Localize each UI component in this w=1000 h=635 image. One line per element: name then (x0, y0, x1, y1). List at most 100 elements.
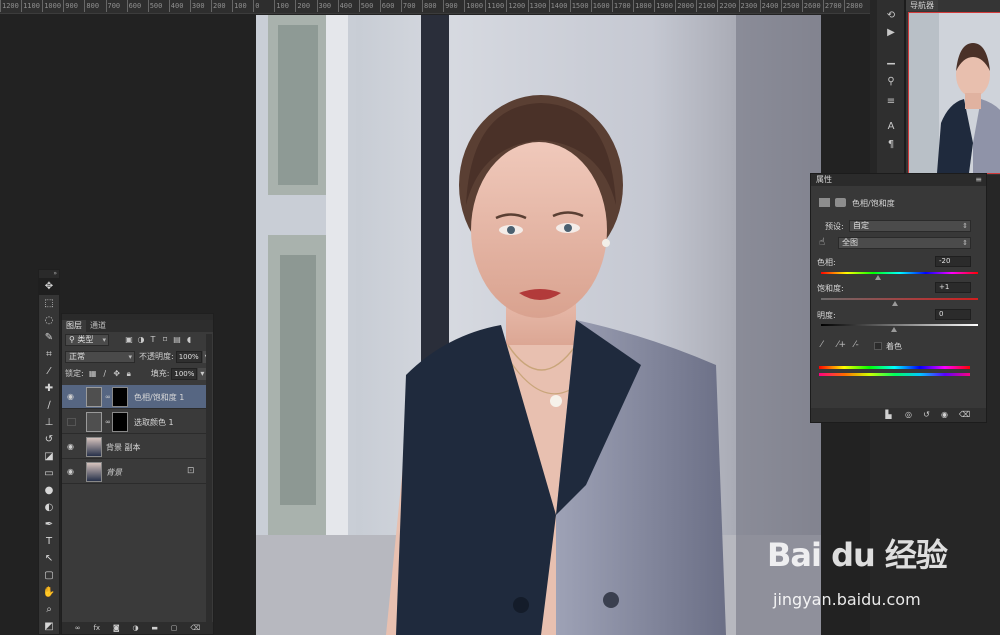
filter-adjustment-icon[interactable]: ◑ (135, 334, 147, 346)
move-tool-icon[interactable]: ✥ (39, 278, 59, 295)
saturation-slider-knob[interactable] (892, 301, 898, 306)
visibility-eye-icon[interactable]: ◉ (939, 410, 950, 420)
filter-pixel-icon[interactable]: ▣ (123, 334, 135, 346)
layer-filter-select[interactable]: ⚲ 类型 (65, 334, 109, 346)
clip-to-layer-icon[interactable]: ▙ (883, 410, 894, 420)
chain-link-icon[interactable]: ∞ (105, 418, 111, 426)
saturation-field[interactable]: +1 (935, 282, 971, 293)
saturation-slider-track[interactable] (821, 298, 978, 300)
link-layers-icon[interactable]: ∞ (75, 624, 81, 632)
tool-presets-icon[interactable]: ≡ (883, 94, 899, 110)
targeted-adjustment-hand-icon[interactable]: ☝ (819, 237, 825, 248)
path-selection-tool-icon[interactable]: ↖ (39, 550, 59, 567)
mask-icon[interactable] (835, 198, 846, 207)
delete-layer-icon[interactable]: ⌫ (190, 624, 200, 632)
opacity-field[interactable]: 100% (175, 350, 202, 363)
crop-tool-icon[interactable]: ⌗ (39, 346, 59, 363)
layer-mask-thumbnail[interactable] (112, 412, 128, 432)
eyedropper-icon[interactable]: ⁄ (821, 340, 823, 350)
zoom-tool-icon[interactable]: ⌕ (39, 601, 59, 618)
add-mask-icon[interactable]: ◙ (113, 624, 120, 632)
filter-shape-icon[interactable]: ⌑ (159, 334, 171, 346)
tools-panel-grip[interactable]: » (39, 270, 59, 278)
tab-layers[interactable]: 图层 (62, 320, 86, 332)
tab-channels[interactable]: 通道 (86, 320, 110, 332)
layer-name[interactable]: 背景 副本 (106, 442, 141, 453)
pen-tool-icon[interactable]: ✒ (39, 516, 59, 533)
chain-link-icon[interactable]: ∞ (105, 393, 111, 401)
new-adjustment-icon[interactable]: ◑ (132, 624, 138, 632)
fill-field[interactable]: 100% (171, 367, 198, 380)
dodge-tool-icon[interactable]: ◐ (39, 499, 59, 516)
layer-selective-color[interactable]: ∞ 选取颜色 1 (62, 410, 206, 434)
history-brush-tool-icon[interactable]: ↺ (39, 431, 59, 448)
navigator-tab[interactable]: 导航器 (906, 0, 938, 11)
clone-stamp-tool-icon[interactable]: ⊥ (39, 414, 59, 431)
blend-mode-select[interactable]: 正常 (65, 350, 135, 363)
layer-mask-thumbnail[interactable] (112, 387, 128, 407)
delete-adjustment-icon[interactable]: ⌫ (959, 410, 970, 420)
navigator-thumbnail[interactable] (908, 12, 1000, 174)
blur-tool-icon[interactable]: ● (39, 482, 59, 499)
histogram-icon[interactable]: ▁ (883, 52, 899, 68)
brush-tool-icon[interactable]: ∕ (39, 397, 59, 414)
filter-smart-object-icon[interactable]: ▤ (171, 334, 183, 346)
layer-background[interactable]: ◉ 背景 ⊡ (62, 460, 206, 484)
ruler-tick: 100 (232, 0, 247, 12)
visibility-eye-icon[interactable]: ◉ (67, 393, 76, 401)
healing-brush-tool-icon[interactable]: ✚ (39, 380, 59, 397)
colorize-checkbox[interactable] (874, 342, 882, 350)
paragraph-panel-icon[interactable]: ¶ (883, 137, 899, 153)
visibility-eye-icon[interactable]: ◉ (67, 468, 76, 476)
lock-transparent-icon[interactable]: ▦ (87, 368, 99, 380)
layer-name[interactable]: 背景 (106, 467, 122, 478)
eyedropper-minus-icon[interactable]: ⁄- (854, 340, 859, 350)
properties-header[interactable]: 属性 ≡ (811, 174, 986, 186)
lightness-slider-track[interactable] (821, 324, 978, 326)
filter-type-icon[interactable]: T (147, 334, 159, 346)
hue-label: 色相: (817, 258, 836, 267)
lasso-tool-icon[interactable]: ◌ (39, 312, 59, 329)
layer-style-icon[interactable]: fx (93, 624, 100, 632)
lock-all-icon[interactable]: 🔒︎ (123, 368, 135, 380)
reset-icon[interactable]: ↺ (921, 410, 932, 420)
layer-name[interactable]: 色相/饱和度 1 (134, 392, 184, 403)
lock-image-icon[interactable]: ∕ (99, 368, 111, 380)
history-icon[interactable]: ⟲ (883, 8, 899, 24)
hue-field[interactable]: -20 (935, 256, 971, 267)
hand-tool-icon[interactable]: ✋ (39, 584, 59, 601)
new-group-icon[interactable]: ▬ (151, 624, 158, 632)
panel-menu-icon[interactable]: ≡ (975, 174, 982, 186)
document-canvas[interactable] (256, 15, 821, 635)
marquee-tool-icon[interactable]: ⬚ (39, 295, 59, 312)
eyedropper-plus-icon[interactable]: ⁄+ (837, 340, 846, 350)
channel-select[interactable]: 全图 (838, 237, 971, 249)
layer-name[interactable]: 选取颜色 1 (134, 417, 174, 428)
rectangle-tool-icon[interactable]: ▢ (39, 567, 59, 584)
ruler-tick: 100 (274, 0, 289, 12)
lock-position-icon[interactable]: ✥ (111, 368, 123, 380)
play-action-icon[interactable]: ▶ (883, 25, 899, 41)
gradient-tool-icon[interactable]: ▭ (39, 465, 59, 482)
hue-slider-knob[interactable] (875, 275, 881, 280)
hue-slider-track[interactable] (821, 272, 978, 274)
layer-hue-saturation[interactable]: ◉ ∞ 色相/饱和度 1 (62, 385, 206, 409)
quick-select-tool-icon[interactable]: ✎ (39, 329, 59, 346)
type-tool-icon[interactable]: T (39, 533, 59, 550)
filter-toggle-icon[interactable]: ◖ (183, 334, 195, 346)
visibility-eye-icon-hidden[interactable] (67, 418, 76, 426)
lightness-slider-knob[interactable] (891, 327, 897, 332)
ruler-tick: 1800 (633, 0, 652, 12)
eyedropper-tool-icon[interactable]: ⁄ (39, 363, 59, 380)
brush-settings-icon[interactable]: ⚲ (883, 74, 899, 90)
color-swatches-icon[interactable]: ◩ (39, 618, 59, 635)
preset-select[interactable]: 自定 (849, 220, 971, 232)
layer-background-copy[interactable]: ◉ 背景 副本 (62, 435, 206, 459)
layers-scrollbar[interactable] (206, 334, 212, 624)
new-layer-icon[interactable]: ▢ (171, 624, 178, 632)
lightness-field[interactable]: 0 (935, 309, 971, 320)
visibility-eye-icon[interactable]: ◉ (67, 443, 76, 451)
eraser-tool-icon[interactable]: ◪ (39, 448, 59, 465)
character-panel-icon[interactable]: A (883, 119, 899, 135)
view-previous-icon[interactable]: ◎ (903, 410, 914, 420)
